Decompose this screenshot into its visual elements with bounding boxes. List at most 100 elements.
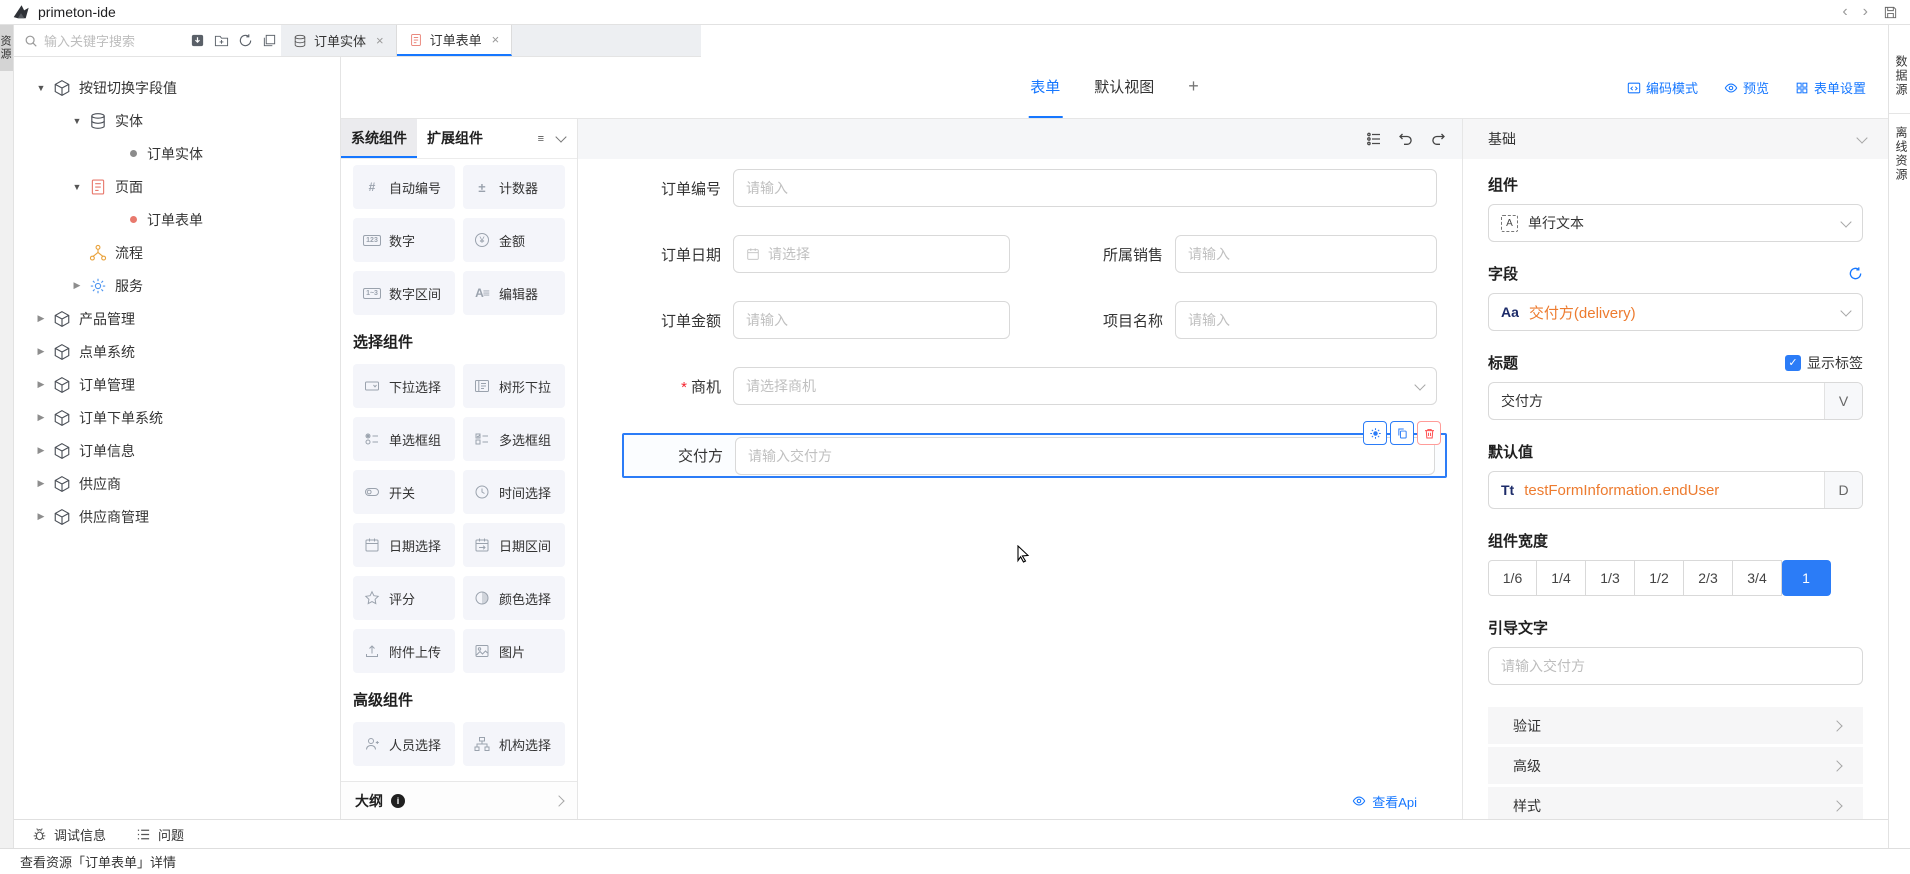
delete-button[interactable]: [1417, 421, 1441, 445]
palette-item-1-2[interactable]: 单选框组: [353, 417, 455, 461]
redo-icon[interactable]: [1430, 131, 1446, 147]
tree-item-10[interactable]: ▶订单下单系统: [14, 401, 340, 434]
width-option-1-4[interactable]: 1/4: [1537, 560, 1586, 596]
caret-down-icon[interactable]: ▼: [34, 83, 48, 93]
copy-button[interactable]: [1390, 421, 1414, 445]
guide-text-input[interactable]: 请输入交付方: [1489, 648, 1862, 684]
palette-item-2-1[interactable]: 机构选择: [463, 722, 565, 766]
folder-add-icon[interactable]: [214, 33, 229, 48]
close-icon[interactable]: ×: [376, 33, 384, 48]
palette-item-1-7[interactable]: 日期区间: [463, 523, 565, 567]
caret-right-icon[interactable]: ▶: [34, 313, 48, 324]
inspector-section-basic[interactable]: 基础: [1463, 119, 1888, 159]
field-select[interactable]: Aa 交付方(delivery): [1488, 293, 1863, 331]
show-label-checkbox[interactable]: ✓: [1785, 355, 1801, 371]
chevron-down-icon[interactable]: [555, 131, 566, 142]
caret-down-icon[interactable]: ▼: [70, 182, 84, 192]
caret-right-icon[interactable]: ▶: [34, 379, 48, 390]
caret-down-icon[interactable]: ▼: [70, 116, 84, 126]
default-value-dynamic-button[interactable]: D: [1824, 472, 1862, 508]
caret-right-icon[interactable]: ▶: [70, 280, 84, 291]
tree-item-3[interactable]: ▼页面: [14, 170, 340, 203]
action-0[interactable]: 编码模式: [1627, 78, 1698, 97]
palette-item-1-10[interactable]: 附件上传: [353, 629, 455, 673]
form-field-input[interactable]: 请选择商机: [733, 367, 1437, 405]
caret-right-icon[interactable]: ▶: [34, 511, 48, 522]
caret-right-icon[interactable]: ▶: [34, 346, 48, 357]
form-field-input[interactable]: 请输入交付方: [735, 437, 1435, 475]
palette-item-1-6[interactable]: 日期选择: [353, 523, 455, 567]
inspector-section-0[interactable]: 验证: [1488, 707, 1863, 744]
form-field-input[interactable]: 请输入: [1175, 301, 1437, 339]
width-option-1[interactable]: 1: [1782, 560, 1831, 596]
resource-search[interactable]: 输入关键字搜索: [14, 25, 281, 57]
caret-right-icon[interactable]: ▶: [34, 412, 48, 423]
palette-item-1-11[interactable]: 图片: [463, 629, 565, 673]
dock-tab-right-0[interactable]: 数据源: [1889, 51, 1910, 101]
width-option-1-6[interactable]: 1/6: [1488, 560, 1537, 596]
component-select[interactable]: A 单行文本: [1488, 204, 1863, 242]
collapse-panels-icon[interactable]: [262, 33, 277, 48]
tree-item-9[interactable]: ▶订单管理: [14, 368, 340, 401]
palette-item-0-4[interactable]: 1~3 数字区间: [353, 271, 455, 315]
import-icon[interactable]: [190, 33, 205, 48]
tree-item-12[interactable]: ▶供应商: [14, 467, 340, 500]
palette-item-1-3[interactable]: 多选框组: [463, 417, 565, 461]
tree-item-1[interactable]: ▼实体: [14, 104, 340, 137]
view-tab-0[interactable]: 表单: [1028, 57, 1062, 118]
form-field-input[interactable]: 请输入: [1175, 235, 1437, 273]
tree-item-8[interactable]: ▶点单系统: [14, 335, 340, 368]
nav-forward-icon[interactable]: ›: [1863, 4, 1868, 20]
dock-tab-right-1[interactable]: 离线资源: [1889, 113, 1910, 186]
palette-item-0-5[interactable]: A≡ 编辑器: [463, 271, 565, 315]
tree-item-2[interactable]: 订单实体: [14, 137, 340, 170]
settings-button[interactable]: [1363, 421, 1387, 445]
close-icon[interactable]: ×: [492, 32, 500, 47]
form-field-input[interactable]: 请选择: [733, 235, 1010, 273]
palette-item-0-3[interactable]: ¥ 金额: [463, 218, 565, 262]
dock-tab-resources[interactable]: 资源: [0, 25, 13, 71]
inspector-section-1[interactable]: 高级: [1488, 747, 1863, 784]
add-view-tab[interactable]: +: [1186, 57, 1201, 118]
tree-item-7[interactable]: ▶产品管理: [14, 302, 340, 335]
tree-item-6[interactable]: ▶服务: [14, 269, 340, 302]
title-input[interactable]: 交付方: [1489, 383, 1824, 419]
save-icon[interactable]: [1883, 5, 1898, 20]
refresh-field-icon[interactable]: [1848, 266, 1863, 281]
palette-item-0-1[interactable]: ± 计数器: [463, 165, 565, 209]
width-option-1-3[interactable]: 1/3: [1586, 560, 1635, 596]
palette-item-1-8[interactable]: 评分: [353, 576, 455, 620]
tree-item-13[interactable]: ▶供应商管理: [14, 500, 340, 533]
palette-item-1-1[interactable]: 树形下拉: [463, 364, 565, 408]
caret-right-icon[interactable]: ▶: [34, 445, 48, 456]
palette-item-1-9[interactable]: 颜色选择: [463, 576, 565, 620]
palette-tab-0[interactable]: 系统组件: [341, 119, 417, 158]
doc-tab-1[interactable]: 订单表单 ×: [397, 25, 513, 56]
palette-tab-1[interactable]: 扩展组件: [417, 119, 493, 158]
tree-item-4[interactable]: 订单表单: [14, 203, 340, 236]
inspector-section-2[interactable]: 样式: [1488, 787, 1863, 819]
form-field-input[interactable]: 请输入: [733, 301, 1010, 339]
palette-menu-icon[interactable]: ≡: [538, 133, 544, 145]
tree-item-11[interactable]: ▶订单信息: [14, 434, 340, 467]
selected-form-row[interactable]: 交付方请输入交付方: [622, 433, 1447, 478]
title-variable-button[interactable]: V: [1824, 383, 1862, 419]
palette-item-0-0[interactable]: # 自动编号: [353, 165, 455, 209]
view-tab-1[interactable]: 默认视图: [1092, 57, 1156, 118]
palette-item-1-0[interactable]: 下拉选择: [353, 364, 455, 408]
caret-right-icon[interactable]: ▶: [34, 478, 48, 489]
tree-item-5[interactable]: 流程: [14, 236, 340, 269]
outline-structure-icon[interactable]: [1366, 131, 1382, 147]
view-api-link[interactable]: 查看Api: [1372, 792, 1417, 811]
width-option-2-3[interactable]: 2/3: [1684, 560, 1733, 596]
action-2[interactable]: 表单设置: [1795, 78, 1866, 97]
width-option-1-2[interactable]: 1/2: [1635, 560, 1684, 596]
bottom-bar-item-0[interactable]: 调试信息: [32, 825, 106, 844]
outline-footer[interactable]: 大纲 i: [341, 781, 577, 819]
palette-item-1-4[interactable]: 开关: [353, 470, 455, 514]
tree-item-0[interactable]: ▼按钮切换字段值: [14, 71, 340, 104]
form-field-input[interactable]: 请输入: [733, 169, 1437, 207]
default-value-input[interactable]: Tt testFormInformation.endUser: [1489, 472, 1824, 508]
width-option-3-4[interactable]: 3/4: [1733, 560, 1782, 596]
nav-back-icon[interactable]: ‹: [1842, 4, 1847, 20]
